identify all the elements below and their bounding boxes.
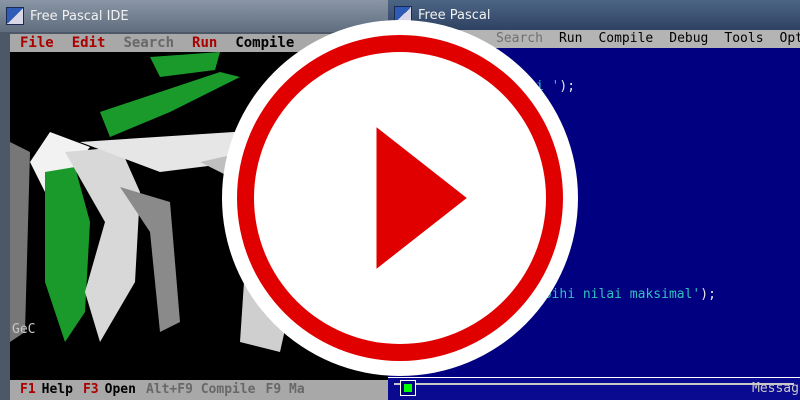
- play-button-icon[interactable]: [0, 0, 800, 400]
